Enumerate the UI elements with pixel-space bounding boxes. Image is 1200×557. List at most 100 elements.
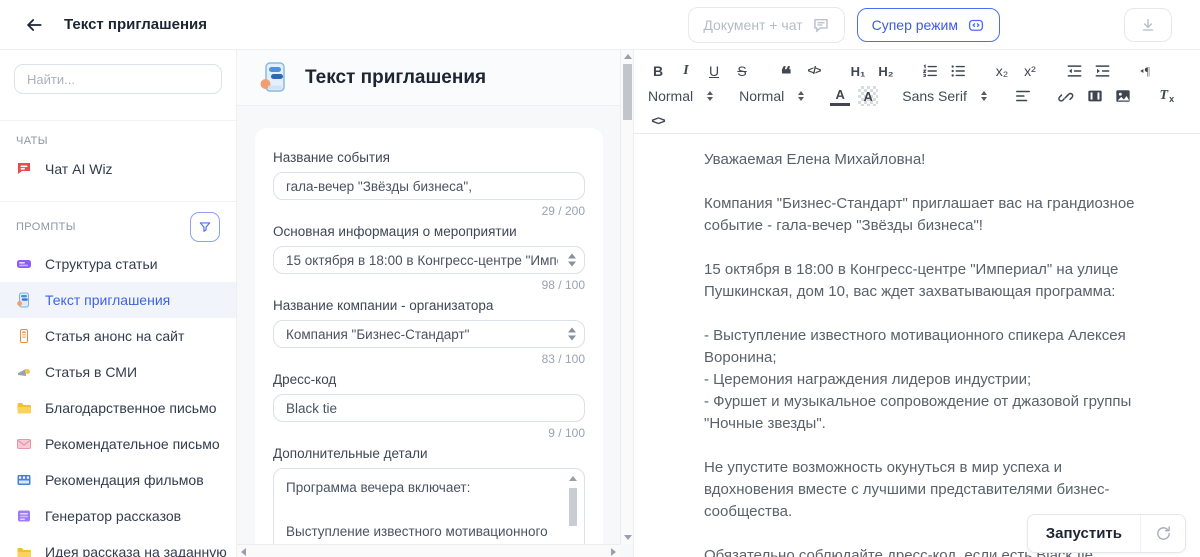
refresh-arrows-icon [1155, 525, 1172, 542]
document-chat-label: Документ + чат [703, 16, 803, 33]
doc-orange-icon [16, 328, 32, 344]
subscript-button[interactable]: x₂ [992, 61, 1012, 81]
event-info-input[interactable] [273, 246, 585, 274]
heading1-button[interactable]: H₁ [848, 61, 868, 81]
sidebar-item-label: Структура статьи [45, 256, 158, 272]
generator-purple-icon [16, 508, 32, 524]
paragraph: 15 октября в 18:00 в Конгресс-центре "Им… [704, 261, 1119, 300]
field-label: Основная информация о мероприятии [273, 224, 517, 239]
sidebar-item-label: Рекомендация фильмов [45, 472, 204, 488]
form-title: Текст приглашения [305, 66, 487, 88]
company-name-input[interactable] [273, 320, 585, 348]
italic-button[interactable]: I [676, 61, 696, 81]
superscript-button[interactable]: x² [1020, 61, 1040, 81]
sidebar-item-thank-you-letter[interactable]: Благодарственное письмо [0, 390, 236, 426]
form-scroll-area: Название события 29 / 200 Основная инфор… [237, 106, 633, 557]
blockquote-button[interactable]: ❝ [776, 61, 796, 85]
funnel-icon [198, 220, 212, 234]
sidebar-item-label: Статья анонс на сайт [45, 328, 185, 344]
paragraph: - Фуршет и музыкальное сопровождение от … [704, 393, 1132, 432]
highlight-color-button[interactable]: A [858, 86, 879, 106]
stepper-arrows[interactable] [568, 327, 576, 341]
sidebar-item-movie-recommendation[interactable]: Рекомендация фильмов [0, 462, 236, 498]
download-button[interactable] [1124, 7, 1172, 42]
indent-button[interactable] [1092, 61, 1112, 81]
super-mode-button[interactable]: Супер режим [856, 7, 1000, 42]
sidebar-item-article-media[interactable]: Статья в СМИ [0, 354, 236, 390]
event-name-input[interactable] [273, 172, 585, 200]
sidebar-item-story-generator[interactable]: Генератор рассказов [0, 498, 236, 534]
sidebar: ЧАТЫ Чат AI Wiz ПРОМПТЫ Структура статьи [0, 50, 237, 557]
clear-formatting-button[interactable]: Tx [1157, 86, 1177, 106]
underline-button[interactable]: U [704, 61, 724, 81]
header-select-value: Normal [739, 88, 785, 104]
align-button[interactable] [1013, 86, 1033, 106]
char-counter: 98 / 100 [541, 278, 585, 292]
chevron-updown-icon [980, 91, 987, 101]
ordered-list-button[interactable] [920, 61, 940, 81]
field-additional-details: Дополнительные детали Программа вечера в… [273, 446, 585, 557]
sidebar-item-label: Благодарственное письмо [45, 400, 217, 416]
sidebar-item-label: Текст приглашения [45, 292, 171, 308]
refresh-button[interactable] [1141, 515, 1185, 552]
sidebar-item-article-structure[interactable]: Структура статьи [0, 246, 236, 282]
font-select[interactable]: Sans Serif [902, 88, 987, 104]
run-button[interactable]: Запустить [1027, 515, 1141, 552]
bold-button[interactable]: B [648, 61, 668, 81]
editor-content[interactable]: Уважаемая Елена Михайловна! Компания "Би… [634, 134, 1200, 557]
sidebar-item-label: Идея рассказа на заданную [45, 544, 227, 557]
video-button[interactable] [1085, 86, 1105, 106]
code-button[interactable]: </> [804, 61, 824, 81]
formula-code-button[interactable]: <> [648, 110, 668, 130]
heading2-button[interactable]: H₂ [876, 61, 896, 81]
search-input[interactable] [14, 64, 222, 94]
sidebar-item-story-idea[interactable]: Идея рассказа на заданную [0, 534, 236, 557]
paragraph: Уважаемая Елена Михайловна! [704, 151, 926, 168]
phone-invite-icon [16, 292, 32, 308]
size-select[interactable]: Normal [648, 88, 714, 104]
char-counter: 9 / 100 [548, 426, 585, 440]
top-bar: Текст приглашения Документ + чат Супер р… [0, 0, 1200, 50]
outdent-button[interactable] [1064, 61, 1084, 81]
back-button[interactable] [20, 11, 48, 39]
document-chat-button[interactable]: Документ + чат [688, 6, 845, 43]
char-counter: 83 / 100 [541, 352, 585, 366]
sidebar-item-label: Генератор рассказов [45, 508, 182, 524]
link-button[interactable] [1057, 86, 1077, 106]
divider [0, 120, 236, 121]
page-title: Текст приглашения [64, 16, 207, 33]
sidebar-item-chat-ai-wiz[interactable]: Чат AI Wiz [0, 151, 236, 187]
rich-text-editor: B I U S ❝ </> H₁ H₂ x₂ x² ¶ Normal Norma… [633, 50, 1200, 557]
invitation-phone-icon [257, 61, 291, 95]
clear-formatting-x: x [1169, 94, 1175, 104]
structure-icon [16, 256, 32, 272]
filter-button[interactable] [190, 212, 220, 242]
super-mode-label: Супер режим [871, 16, 958, 33]
text-color-button[interactable]: A [830, 86, 851, 106]
main-layout: ЧАТЫ Чат AI Wiz ПРОМПТЫ Структура статьи [0, 50, 1200, 557]
text-direction-button[interactable]: ¶ [1136, 61, 1156, 81]
font-select-value: Sans Serif [902, 88, 967, 104]
char-counter: 29 / 200 [541, 204, 585, 218]
sidebar-item-invitation-text[interactable]: Текст приглашения [0, 282, 236, 318]
textarea-scrollbar[interactable] [568, 476, 578, 551]
sidebar-item-label: Рекомендательное письмо [45, 436, 220, 452]
image-button[interactable] [1113, 86, 1133, 106]
form-horizontal-scrollbar[interactable] [237, 544, 620, 557]
clear-formatting-t: T [1159, 88, 1169, 103]
bullet-list-button[interactable] [948, 61, 968, 81]
sidebar-item-recommendation-letter[interactable]: Рекомендательное письмо [0, 426, 236, 462]
additional-details-textarea[interactable]: Программа вечера включает: Выступление и… [273, 468, 585, 554]
form-card: Название события 29 / 200 Основная инфор… [255, 128, 603, 557]
arrow-left-icon [24, 15, 44, 35]
dress-code-input[interactable] [273, 394, 585, 422]
sidebar-item-label: Статья в СМИ [45, 364, 138, 380]
chat-red-icon [16, 161, 32, 177]
strikethrough-button[interactable]: S [732, 61, 752, 81]
sidebar-item-article-announce[interactable]: Статья анонс на сайт [0, 318, 236, 354]
stepper-arrows[interactable] [568, 253, 576, 267]
header-select[interactable]: Normal [739, 88, 805, 104]
form-vertical-scrollbar[interactable] [620, 50, 633, 544]
folder-yellow-icon [16, 400, 32, 416]
run-button-group: Запустить [1026, 514, 1186, 553]
